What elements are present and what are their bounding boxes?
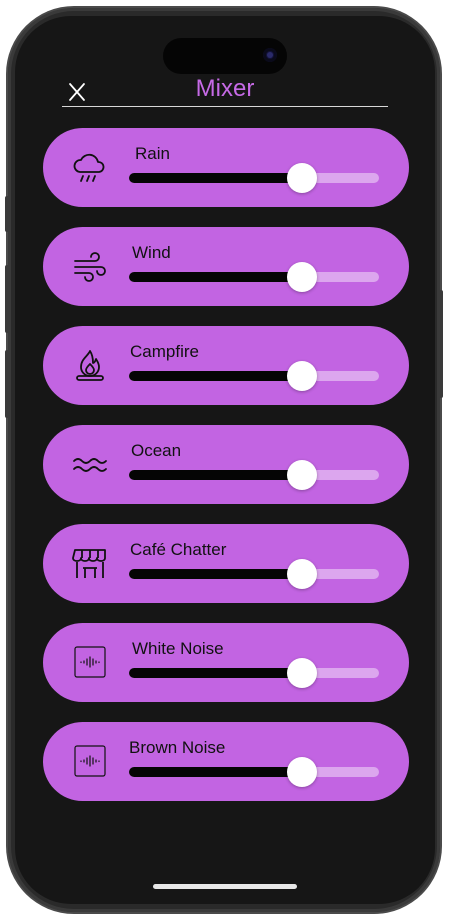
channel-label: Brown Noise — [129, 738, 226, 757]
channel-label: Wind — [132, 243, 171, 262]
dynamic-island — [163, 38, 287, 74]
slider-fill — [129, 569, 302, 579]
slider-thumb[interactable] — [286, 262, 317, 292]
channel-label: White Noise — [132, 639, 224, 658]
volume-down-button — [5, 350, 9, 418]
slider-fill — [129, 767, 302, 777]
channel-card-brown-noise: Brown Noise — [43, 722, 409, 801]
channel-card-ocean: Ocean — [43, 425, 409, 504]
channel-card-cafe-chatter: Café Chatter — [43, 524, 409, 603]
rain-volume-slider[interactable] — [129, 163, 379, 193]
ocean-waves-icon — [71, 445, 109, 483]
front-camera-icon — [263, 48, 277, 62]
slider-thumb[interactable] — [286, 559, 317, 589]
slider-fill — [129, 668, 302, 678]
slider-thumb[interactable] — [286, 658, 317, 688]
slider-fill — [129, 173, 302, 183]
channel-label: Campfire — [130, 342, 199, 361]
volume-up-button — [5, 265, 9, 333]
slider-fill — [129, 272, 302, 282]
white-noise-waveform-icon — [71, 643, 109, 681]
ocean-volume-slider[interactable] — [129, 460, 379, 490]
channel-card-wind: Wind — [43, 227, 409, 306]
screen: Mixer Rain Wind Campfire Ocean Café Chat… — [15, 16, 435, 904]
home-indicator[interactable] — [153, 884, 297, 889]
campfire-volume-slider[interactable] — [129, 361, 379, 391]
cafe-storefront-icon — [71, 544, 109, 582]
action-button — [5, 196, 9, 232]
slider-fill — [129, 470, 302, 480]
channel-card-campfire: Campfire — [43, 326, 409, 405]
power-button — [439, 290, 443, 398]
campfire-icon — [71, 346, 109, 384]
white-noise-volume-slider[interactable] — [129, 658, 379, 688]
slider-thumb[interactable] — [286, 163, 317, 193]
channel-card-white-noise: White Noise — [43, 623, 409, 702]
brown-noise-volume-slider[interactable] — [129, 757, 379, 787]
slider-thumb[interactable] — [286, 757, 317, 787]
wind-icon — [71, 247, 109, 285]
channel-label: Ocean — [131, 441, 182, 460]
slider-thumb[interactable] — [286, 361, 317, 391]
channel-list: Rain Wind Campfire Ocean Café Chatter Wh… — [43, 128, 409, 821]
rain-cloud-icon — [71, 148, 109, 186]
channel-card-rain: Rain — [43, 128, 409, 207]
brown-noise-waveform-icon — [71, 742, 109, 780]
channel-label: Rain — [135, 144, 170, 163]
cafe-chatter-volume-slider[interactable] — [129, 559, 379, 589]
page-title: Mixer — [195, 75, 255, 102]
channel-label: Café Chatter — [130, 540, 227, 559]
slider-fill — [129, 371, 302, 381]
slider-thumb[interactable] — [286, 460, 317, 490]
wind-volume-slider[interactable] — [129, 262, 379, 292]
header-divider — [62, 106, 388, 107]
